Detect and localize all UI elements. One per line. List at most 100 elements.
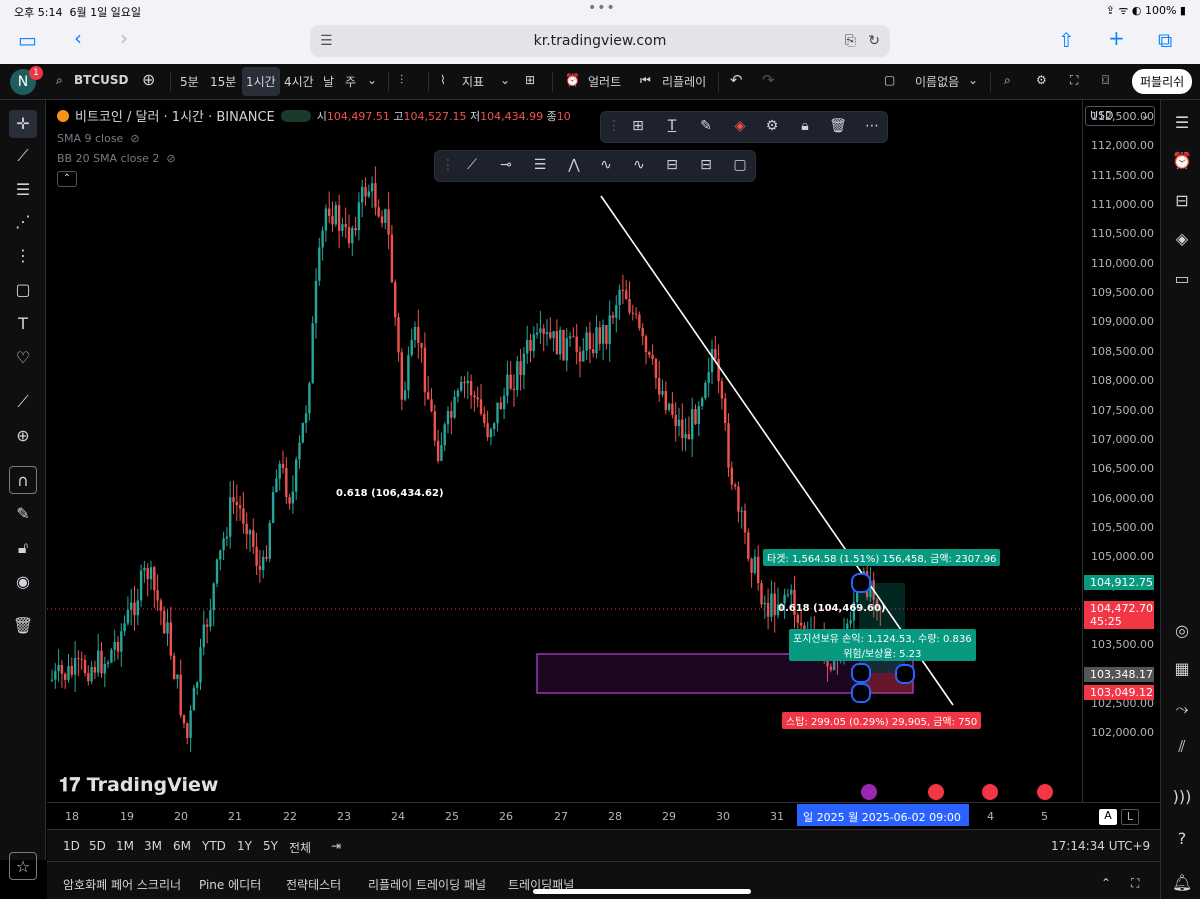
replay-icon[interactable]: ⏮ <box>640 73 651 88</box>
settings-icon[interactable]: ⚙ <box>761 118 783 138</box>
range-5d[interactable]: 5D <box>89 839 106 853</box>
watchlist-star-icon[interactable]: ☆ <box>9 852 37 880</box>
line-color-icon[interactable]: ✎ <box>695 118 717 138</box>
symbol-title[interactable]: 비트코인 / 달러 · 1시간 · BINANCE <box>75 106 275 125</box>
ideas-icon[interactable]: ◎ <box>1169 618 1195 644</box>
crosshair-icon[interactable]: ✛ <box>9 110 37 138</box>
alerts-icon[interactable]: ⏰ <box>1169 148 1195 174</box>
tradingview-watermark[interactable]: 𝟏𝟕 TradingView <box>59 774 218 796</box>
candle-type-icon[interactable]: ⫶ <box>400 73 403 88</box>
symbol-search[interactable]: BTCUSD <box>74 73 129 87</box>
range-1d[interactable]: 1D <box>63 839 80 853</box>
trash-icon[interactable]: 🗑︎ <box>9 612 37 640</box>
layers-icon[interactable]: ◈ <box>1169 226 1195 252</box>
extension-icon[interactable]: ⎘ <box>845 25 856 57</box>
range-5y[interactable]: 5Y <box>263 839 278 853</box>
trendline-icon[interactable]: ⟋ <box>461 157 483 177</box>
camera-icon[interactable]: ⌼ <box>1102 73 1109 88</box>
drawing-handle[interactable] <box>851 573 871 593</box>
drag-handle-icon[interactable]: ⋮ <box>437 157 459 177</box>
quick-search-icon[interactable]: ⌕ <box>1004 73 1011 88</box>
broadcast-icon[interactable]: ))) <box>1169 784 1195 810</box>
range-3m[interactable]: 3M <box>144 839 162 853</box>
zoom-icon[interactable]: ⊕ <box>9 422 37 450</box>
tab-screener[interactable]: 암호화폐 페어 스크리너 <box>63 876 181 893</box>
layout-icon[interactable]: ▢ <box>884 73 895 87</box>
trendline-icon[interactable]: ⟋ <box>9 142 37 170</box>
economic-event-icon[interactable] <box>982 784 998 800</box>
redo-icon[interactable]: ↷ <box>762 71 775 89</box>
time-axis[interactable]: 18 19 20 21 22 23 24 25 26 27 28 29 30 31 4 5 일 2025 월 … <box>47 802 1160 829</box>
economic-event-icon[interactable] <box>861 784 877 800</box>
alert-button[interactable]: 얼러트 <box>588 73 621 90</box>
lock-icon[interactable]: 🔓︎ <box>9 534 37 562</box>
stop-label[interactable]: 스탑: 299.05 (0.29%) 29,905, 금액: 750 <box>782 712 982 729</box>
range-1y[interactable]: 1Y <box>237 839 252 853</box>
indicators-dropdown-icon[interactable]: ⌄ <box>500 73 510 87</box>
abcd-pattern-icon[interactable]: ∿ <box>628 157 650 177</box>
interval-dropdown-icon[interactable]: ⌄ <box>367 73 377 87</box>
collapse-panel-icon[interactable]: ⌃ <box>1101 876 1111 890</box>
indicators-button[interactable]: 지표 <box>462 73 484 90</box>
tab-replay-panel[interactable]: 리플레이 트레이딩 패널 <box>368 876 486 893</box>
url-bar[interactable]: ☰ kr.tradingview.com ⎘ ↻ <box>310 25 890 57</box>
visibility-icon[interactable]: ◉ <box>9 568 37 596</box>
back-icon[interactable]: ‹ <box>74 26 82 50</box>
auto-scale-button[interactable]: A <box>1099 809 1117 825</box>
tabs-icon[interactable]: ⧉ <box>1158 28 1172 52</box>
undo-icon[interactable]: ↶ <box>730 71 743 89</box>
target-label[interactable]: 타겟: 1,564.58 (1.51%) 156,458, 금액: 2307.9… <box>763 549 1001 566</box>
sidebar-icon[interactable]: ▭ <box>18 28 37 52</box>
more-icon[interactable]: ⋯ <box>861 118 883 138</box>
trend-icon[interactable]: ⫽ <box>1169 734 1195 760</box>
clock[interactable]: 17:14:34 UTC+9 <box>1051 839 1150 853</box>
templates-icon[interactable]: ⊞ <box>627 118 649 138</box>
indicators-icon[interactable]: ⌇ <box>440 73 446 87</box>
sma-indicator[interactable]: SMA 9 close ⊘ <box>57 132 571 145</box>
position-info-label[interactable]: 포지션보유 손익: 1,124.53, 수량: 0.836 위험/보상율: 5.… <box>789 629 976 661</box>
ruler-icon[interactable]: ⟋ <box>9 388 37 416</box>
pattern-icon[interactable]: ⋰ <box>9 208 37 236</box>
compare-add-icon[interactable]: ⊕ <box>142 70 155 89</box>
delete-icon[interactable]: 🗑︎ <box>827 118 849 138</box>
tab-strategy-tester[interactable]: 전략테스터 <box>286 876 341 893</box>
fib-icon[interactable]: ☰ <box>9 176 37 204</box>
chart-canvas[interactable] <box>47 100 1082 802</box>
alert-icon[interactable]: ⏰ <box>565 73 580 87</box>
range-ytd[interactable]: YTD <box>202 839 226 853</box>
forward-icon[interactable]: › <box>120 26 128 50</box>
collapse-legend-icon[interactable]: ⌃ <box>57 171 77 187</box>
publish-button[interactable]: 퍼블리쉬 <box>1132 69 1193 94</box>
interval-5m[interactable]: 5분 <box>180 73 199 90</box>
reload-icon[interactable]: ↻ <box>868 25 880 57</box>
economic-event-icon[interactable] <box>1037 784 1053 800</box>
interval-15m[interactable]: 15분 <box>210 73 236 90</box>
shapes-icon[interactable]: ▢ <box>9 276 37 304</box>
notifications-icon[interactable]: 🔔︎ <box>1169 870 1195 896</box>
range-1m[interactable]: 1M <box>116 839 134 853</box>
drawing-handle[interactable] <box>851 683 871 703</box>
help-icon[interactable]: ? <box>1169 826 1195 852</box>
short-position-icon[interactable]: ⊟ <box>695 157 717 177</box>
multitask-dots-icon[interactable]: ••• <box>588 0 616 16</box>
log-scale-button[interactable]: L <box>1121 809 1139 825</box>
text-icon[interactable]: T <box>9 310 37 338</box>
interval-1h[interactable]: 1시간 <box>242 67 280 96</box>
drawing-handle[interactable] <box>851 663 871 683</box>
fill-color-icon[interactable]: ◈ <box>729 118 751 138</box>
calendar-icon[interactable]: ▦ <box>1169 656 1195 682</box>
price-axis[interactable]: USD ⌄ 112,500.00 112,000.00 111,500.00 111,0… <box>1082 100 1160 802</box>
share-icon[interactable]: ⇧ <box>1058 28 1075 52</box>
settings-icon[interactable]: ⚙ <box>1036 73 1047 87</box>
tab-pine-editor[interactable]: Pine 에디터 <box>199 876 261 893</box>
interval-week[interactable]: 주 <box>345 73 356 90</box>
range-all[interactable]: 전체 <box>289 839 311 856</box>
layout-name[interactable]: 이름없음 <box>915 73 959 90</box>
favorites-icon[interactable]: ♡ <box>9 344 37 372</box>
economic-event-icon[interactable] <box>928 784 944 800</box>
interval-day[interactable]: 날 <box>323 73 334 90</box>
new-tab-icon[interactable]: + <box>1108 26 1125 50</box>
drag-handle-icon[interactable]: ⋮ <box>603 118 625 138</box>
watchlist-icon[interactable]: ☰ <box>1169 110 1195 136</box>
price-chart[interactable] <box>47 100 1082 802</box>
